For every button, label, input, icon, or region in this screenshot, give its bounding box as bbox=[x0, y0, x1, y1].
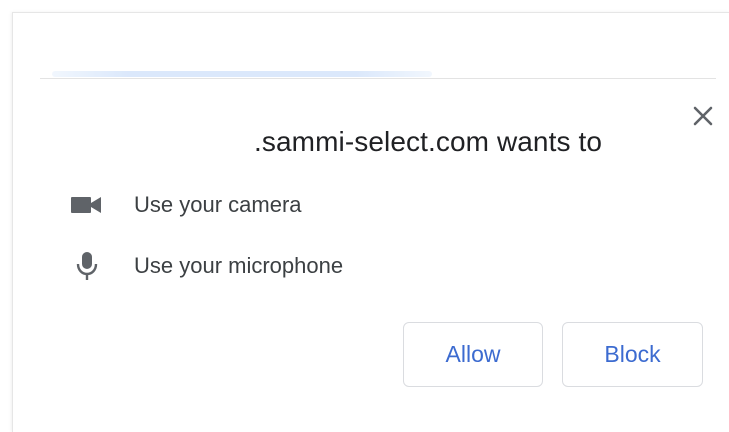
allow-button[interactable]: Allow bbox=[403, 322, 543, 387]
permission-camera-row: Use your camera bbox=[70, 187, 302, 223]
video-camera-icon bbox=[70, 188, 104, 222]
dialog-title: .sammi-select.com wants to bbox=[254, 126, 603, 157]
permission-camera-label: Use your camera bbox=[134, 192, 302, 217]
block-button[interactable]: Block bbox=[562, 322, 703, 387]
permission-microphone-label: Use your microphone bbox=[134, 253, 344, 278]
permission-microphone-row: Use your microphone bbox=[70, 248, 343, 284]
microphone-icon bbox=[70, 249, 104, 283]
close-icon bbox=[693, 106, 713, 126]
close-button[interactable] bbox=[688, 101, 718, 131]
top-divider bbox=[40, 78, 716, 79]
page-loading-bar bbox=[52, 71, 432, 77]
